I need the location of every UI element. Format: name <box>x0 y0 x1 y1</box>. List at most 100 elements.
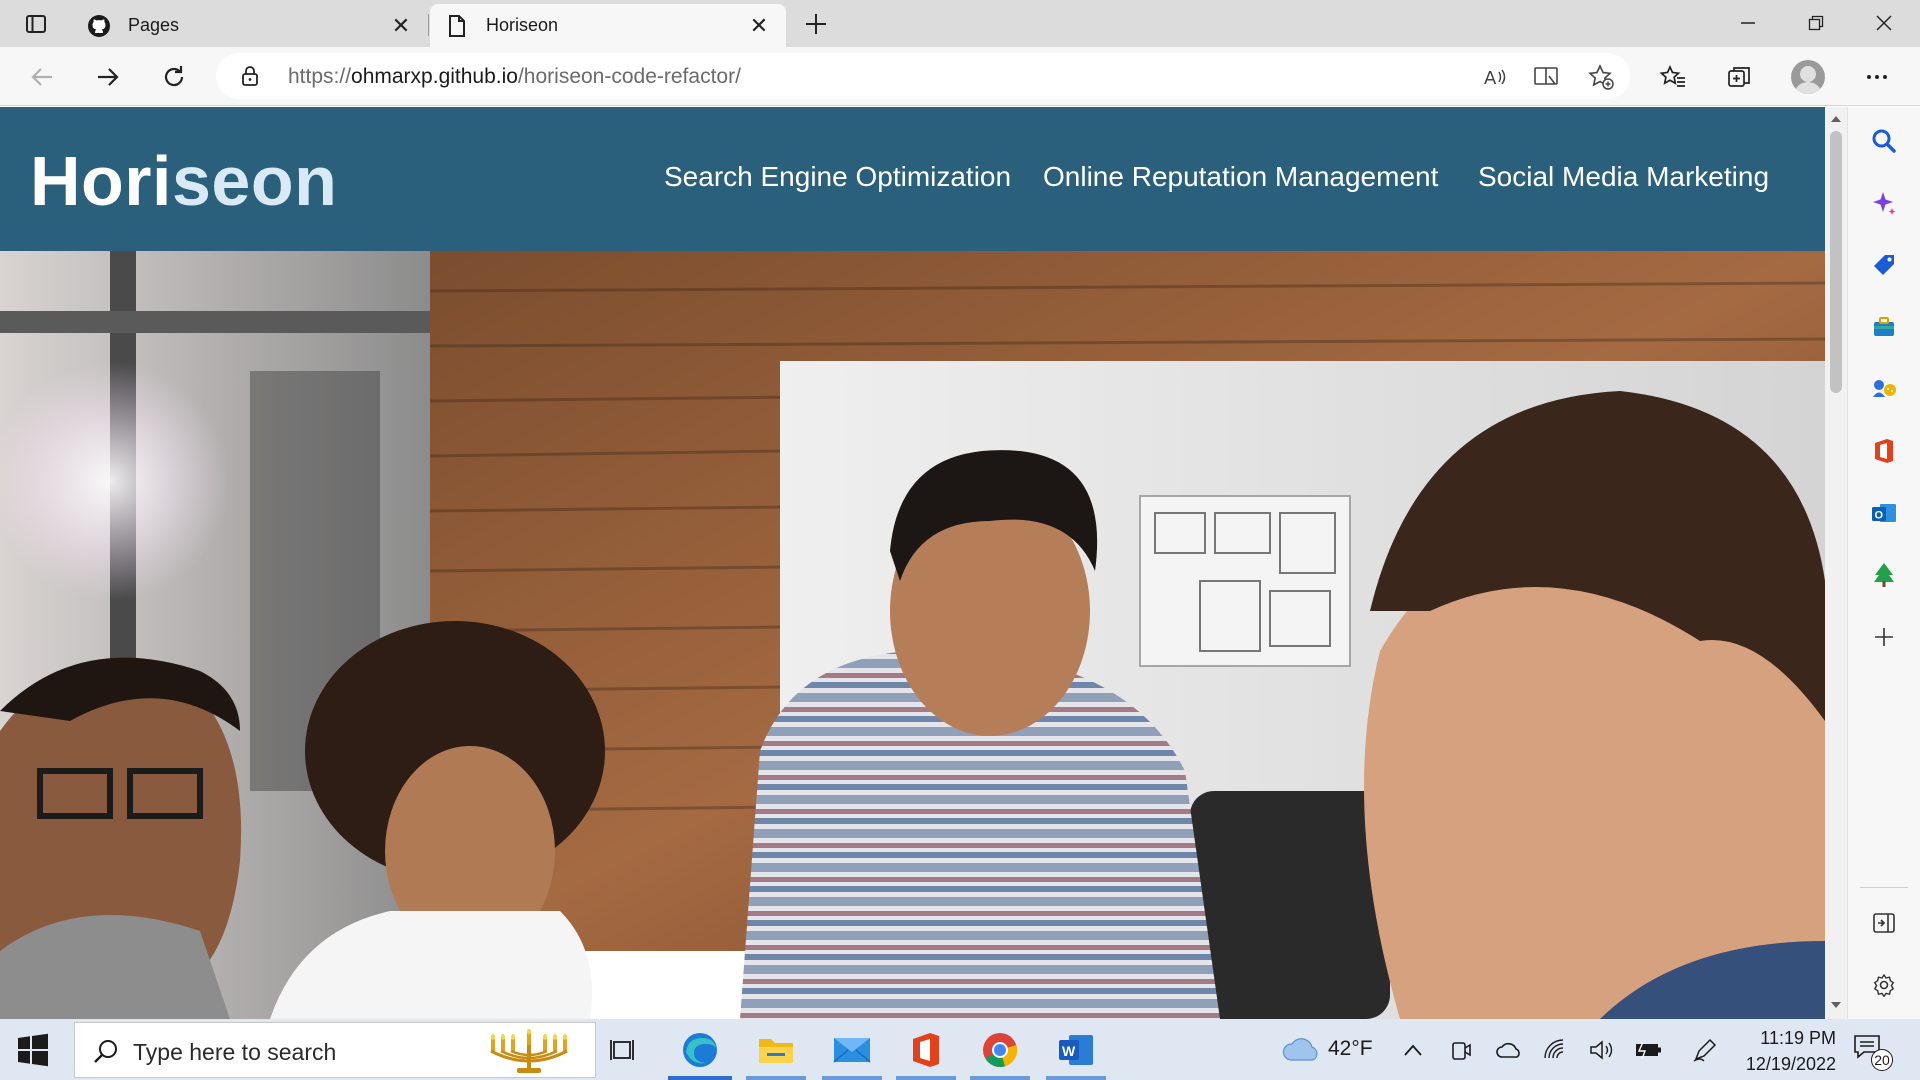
weather-temperature[interactable]: 42°F <box>1328 1037 1373 1061</box>
refresh-icon <box>164 66 184 87</box>
settings-gear-icon[interactable] <box>1864 965 1904 1005</box>
word-icon: W <box>1059 1034 1093 1065</box>
svg-text:O: O <box>1875 510 1884 522</box>
shopping-tag-icon[interactable] <box>1864 245 1904 285</box>
restore-icon <box>1808 15 1824 31</box>
task-view-icon <box>610 1039 634 1060</box>
onedrive-cloud-icon[interactable] <box>1494 1035 1524 1065</box>
hide-sidebar-icon[interactable] <box>1864 903 1904 943</box>
close-tab-icon[interactable]: ✕ <box>746 13 772 39</box>
taskbar-word[interactable]: W <box>1040 1019 1112 1080</box>
taskbar-mail[interactable] <box>816 1019 888 1080</box>
scroll-down-icon[interactable] <box>1829 999 1843 1013</box>
search-placeholder: Type here to search <box>133 1039 337 1065</box>
url-scheme: https:// <box>288 65 352 88</box>
close-icon <box>1876 15 1892 31</box>
network-icon[interactable] <box>1540 1035 1570 1065</box>
page-icon <box>444 13 470 39</box>
notification-center-button[interactable]: 20 <box>1852 1033 1893 1073</box>
lock-icon[interactable] <box>238 64 262 88</box>
meet-now-icon[interactable] <box>1446 1035 1476 1065</box>
games-icon[interactable] <box>1864 369 1904 409</box>
favorites-icon[interactable] <box>1656 60 1690 94</box>
menorah-icon <box>490 1029 568 1073</box>
chrome-icon <box>983 1032 1018 1067</box>
clock-date: 12/19/2022 <box>1745 1054 1836 1074</box>
nav-link-reputation[interactable]: Online Reputation Management <box>1043 161 1438 193</box>
svg-text:A: A <box>1484 68 1497 89</box>
office-icon <box>913 1032 939 1067</box>
arrow-right-icon <box>98 68 119 86</box>
more-menu-icon[interactable] <box>1860 60 1894 94</box>
logo-main: Hori <box>30 142 172 220</box>
page-viewport: Horiseon Search Engine Optimization Onli… <box>0 107 1825 1019</box>
tab-actions-button[interactable] <box>14 8 58 40</box>
collections-icon[interactable] <box>1722 60 1756 94</box>
pen-icon[interactable] <box>1690 1035 1720 1065</box>
tab-strip: Pages ✕ Horiseon ✕ <box>0 0 1920 47</box>
logo-accent: seon <box>172 142 338 220</box>
add-sidebar-app-icon[interactable] <box>1864 617 1904 657</box>
tab-pages[interactable]: Pages ✕ <box>72 4 428 47</box>
clock-time: 11:19 PM <box>1760 1028 1836 1048</box>
close-tab-icon[interactable]: ✕ <box>388 13 414 39</box>
battery-icon[interactable] <box>1634 1035 1664 1065</box>
sidebar-divider <box>1860 887 1908 888</box>
github-icon <box>86 13 112 39</box>
tools-briefcase-icon[interactable] <box>1864 307 1904 347</box>
new-tab-button[interactable] <box>800 8 832 40</box>
scrollbar-thumb[interactable] <box>1830 131 1842 393</box>
svg-text:W: W <box>1062 1043 1076 1059</box>
tree-icon[interactable] <box>1864 555 1904 595</box>
search-icon[interactable] <box>1864 121 1904 161</box>
tab-divider <box>428 14 429 36</box>
minimize-icon <box>1741 22 1755 24</box>
search-icon <box>94 1040 117 1063</box>
refresh-button[interactable] <box>154 57 194 97</box>
immersive-reader-icon[interactable] <box>1532 62 1562 92</box>
read-aloud-icon[interactable]: A <box>1480 62 1510 92</box>
scroll-up-icon[interactable] <box>1829 111 1843 125</box>
taskbar-edge[interactable] <box>664 1019 736 1080</box>
add-favorite-icon[interactable] <box>1586 62 1616 92</box>
nav-link-social[interactable]: Social Media Marketing <box>1478 161 1769 193</box>
restore-button[interactable] <box>1782 0 1850 46</box>
taskbar-file-explorer[interactable] <box>740 1019 812 1080</box>
tab-horiseon[interactable]: Horiseon ✕ <box>430 4 786 47</box>
edge-icon <box>683 1032 717 1067</box>
windows-start-icon[interactable] <box>16 1033 50 1067</box>
windows-taskbar: Type here to search W 42°F 11:19 PM 12/1… <box>0 1019 1920 1080</box>
nav-link-seo[interactable]: Search Engine Optimization <box>664 161 1011 193</box>
taskbar-office[interactable] <box>890 1019 962 1080</box>
weather-cloud-icon[interactable] <box>1280 1035 1324 1065</box>
page-scrollbar[interactable] <box>1825 107 1847 1019</box>
task-view-button[interactable] <box>588 1019 660 1080</box>
url-host: ohmarxp.github.io <box>351 65 518 88</box>
url-path: /horiseon-code-refactor/ <box>517 65 741 88</box>
discover-sparkle-icon[interactable] <box>1864 183 1904 223</box>
chevron-up-icon[interactable] <box>1398 1035 1428 1065</box>
site-logo[interactable]: Horiseon <box>30 141 337 221</box>
url-text[interactable]: https://ohmarxp.github.io/horiseon-code-… <box>288 65 741 89</box>
back-button[interactable] <box>22 57 62 97</box>
close-window-button[interactable] <box>1850 0 1918 46</box>
site-header: Horiseon Search Engine Optimization Onli… <box>0 107 1825 251</box>
notification-count-badge: 20 <box>1871 1049 1893 1071</box>
arrow-left-icon <box>31 68 52 86</box>
edge-sidebar: O <box>1847 107 1920 1019</box>
taskbar-search[interactable]: Type here to search <box>74 1022 596 1078</box>
forward-button[interactable] <box>88 57 128 97</box>
minimize-button[interactable] <box>1714 0 1782 46</box>
address-bar[interactable]: https://ohmarxp.github.io/horiseon-code-… <box>216 53 1630 99</box>
profile-avatar[interactable] <box>1791 60 1825 94</box>
system-clock[interactable]: 11:19 PM 12/19/2022 <box>1736 1025 1836 1077</box>
mail-icon <box>833 1037 871 1063</box>
office-icon[interactable] <box>1864 431 1904 471</box>
hero-image <box>0 251 1825 1019</box>
outlook-icon[interactable]: O <box>1864 493 1904 533</box>
taskbar-chrome[interactable] <box>964 1019 1036 1080</box>
folder-icon <box>759 1038 793 1063</box>
browser-toolbar: https://ohmarxp.github.io/horiseon-code-… <box>0 47 1920 106</box>
tab-actions-icon <box>26 15 46 33</box>
volume-icon[interactable] <box>1586 1035 1616 1065</box>
